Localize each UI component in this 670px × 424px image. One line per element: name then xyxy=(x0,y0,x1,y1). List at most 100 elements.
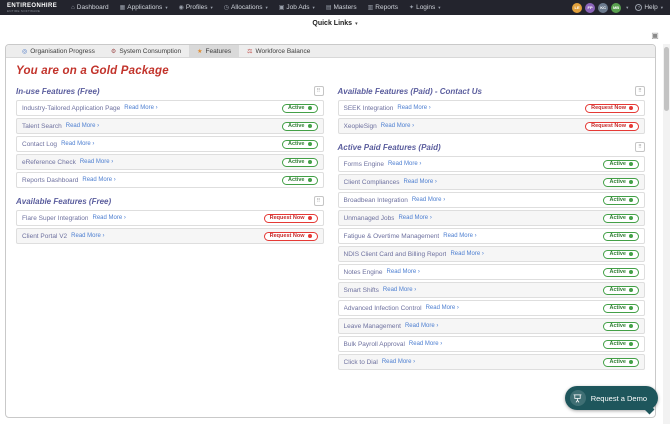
chevron-right-icon: › xyxy=(413,359,415,365)
nav-item-label: Reports xyxy=(375,4,398,11)
nav-item-profiles[interactable]: ◉Profiles▾ xyxy=(179,4,213,11)
status-label: Active xyxy=(609,251,626,257)
main-nav: ⌂Dashboard ▦Applications▾ ◉Profiles▾ ◷Alloc… xyxy=(71,4,440,11)
feature-name: NDIS Client Card and Billing Report xyxy=(344,251,447,258)
gear-icon: ⚙ xyxy=(111,48,116,55)
request-demo-popup[interactable]: Request a Demo xyxy=(565,386,658,410)
nav-item-job-ads[interactable]: ▣Job Ads▾ xyxy=(279,4,315,11)
chevron-right-icon: › xyxy=(440,341,442,347)
status-label: Request Now xyxy=(270,233,305,239)
feature-name: Client Portal V2 xyxy=(22,233,67,240)
drag-handle-icon[interactable]: ⠿ xyxy=(314,86,324,96)
nav-item-label: Applications xyxy=(127,4,162,11)
read-more-link[interactable]: Read More › xyxy=(383,287,416,293)
panel-settings-icon[interactable]: ▣ xyxy=(650,31,660,41)
read-more-link[interactable]: Read More › xyxy=(397,105,430,111)
feature-row: Client Portal V2 Read More › Request Now xyxy=(16,228,324,244)
tab-features[interactable]: ★Features xyxy=(189,45,239,57)
avatar-le[interactable]: LE xyxy=(572,3,582,13)
read-more-link[interactable]: Read More › xyxy=(443,233,476,239)
active-status-badge[interactable]: Active xyxy=(603,178,639,187)
nav-item-masters[interactable]: ▤Masters xyxy=(326,4,357,11)
active-status-badge[interactable]: Active xyxy=(603,322,639,331)
drag-handle-icon[interactable]: ⠿ xyxy=(635,86,645,96)
feature-columns: In-use Features (Free)⠿Industry-Tailored… xyxy=(6,84,655,378)
feature-row: Forms EngineRead More ›Active xyxy=(338,156,646,172)
star-icon: ★ xyxy=(197,48,202,55)
read-more-link[interactable]: Read More › xyxy=(387,269,420,275)
request-now-button[interactable]: Request Now xyxy=(585,104,639,113)
tab-organisation-progress[interactable]: ◎Organisation Progress xyxy=(14,45,103,57)
vertical-scrollbar[interactable] xyxy=(663,44,670,424)
nav-item-allocations[interactable]: ◷Allocations▾ xyxy=(224,4,268,11)
active-status-badge[interactable]: Active xyxy=(282,158,318,167)
read-more-link[interactable]: Read More › xyxy=(61,141,94,147)
nav-item-dashboard[interactable]: ⌂Dashboard xyxy=(71,4,108,11)
request-now-button[interactable]: Request Now xyxy=(264,214,318,223)
nav-item-reports[interactable]: ▥Reports xyxy=(368,4,398,11)
avatar-fp[interactable]: FP xyxy=(585,3,595,13)
read-more-link[interactable]: Read More › xyxy=(412,197,445,203)
logo-text: ENTIREONHIRE xyxy=(7,3,57,9)
scrollbar-thumb[interactable] xyxy=(664,47,669,111)
read-more-link[interactable]: Read More › xyxy=(450,251,483,257)
read-more-link[interactable]: Read More › xyxy=(71,233,104,239)
read-more-link[interactable]: Read More › xyxy=(124,105,157,111)
active-status-badge[interactable]: Active xyxy=(603,196,639,205)
status-label: Request Now xyxy=(591,123,626,129)
active-status-badge[interactable]: Active xyxy=(603,250,639,259)
active-status-badge[interactable]: Active xyxy=(282,176,318,185)
read-more-link[interactable]: Read More › xyxy=(82,177,115,183)
active-status-badge[interactable]: Active xyxy=(282,104,318,113)
read-more-link[interactable]: Read More › xyxy=(398,215,431,221)
section-title: Available Features (Free) xyxy=(16,197,111,206)
read-more-link[interactable]: Read More › xyxy=(388,161,421,167)
status-label: Active xyxy=(609,323,626,329)
active-status-badge[interactable]: Active xyxy=(282,122,318,131)
features-dashboard-card: ◎Organisation Progress⚙System Consumptio… xyxy=(5,44,656,418)
nav-item-applications[interactable]: ▦Applications▾ xyxy=(120,4,168,11)
tab-label: System Consumption xyxy=(119,48,181,55)
feature-list: SEEK IntegrationRead More ›Request NowXe… xyxy=(338,100,646,134)
read-more-link[interactable]: Read More › xyxy=(426,305,459,311)
drag-handle-icon[interactable]: ⠿ xyxy=(635,142,645,152)
read-more-link[interactable]: Read More › xyxy=(404,179,437,185)
active-status-badge[interactable]: Active xyxy=(603,214,639,223)
avatar-kc[interactable]: KC xyxy=(598,3,608,13)
active-status-badge[interactable]: Active xyxy=(603,358,639,367)
read-more-link[interactable]: Read More › xyxy=(92,215,125,221)
read-more-link[interactable]: Read More › xyxy=(80,159,113,165)
status-label: Active xyxy=(288,177,305,183)
read-more-link[interactable]: Read More › xyxy=(66,123,99,129)
active-status-badge[interactable]: Active xyxy=(603,304,639,313)
help-menu[interactable]: ? Help ▾ xyxy=(635,4,663,11)
active-status-badge[interactable]: Active xyxy=(282,140,318,149)
active-status-badge[interactable]: Active xyxy=(603,286,639,295)
right-column: Available Features (Paid) - Contact Us⠿ S… xyxy=(338,84,646,378)
active-status-badge[interactable]: Active xyxy=(603,268,639,277)
active-status-badge[interactable]: Active xyxy=(603,160,639,169)
feature-name: Bulk Payroll Approval xyxy=(344,341,405,348)
nav-item-label: Dashboard xyxy=(77,4,109,11)
request-now-button[interactable]: Request Now xyxy=(264,232,318,241)
quick-links-toggle[interactable]: Quick Links ▾ xyxy=(0,15,670,32)
active-status-badge[interactable]: Active xyxy=(603,232,639,241)
chevron-down-icon[interactable]: ▾ xyxy=(626,5,628,11)
feature-name: Client Compliances xyxy=(344,179,400,186)
read-more-link[interactable]: Read More › xyxy=(409,341,442,347)
request-now-button[interactable]: Request Now xyxy=(585,122,639,131)
read-more-link[interactable]: Read More › xyxy=(381,123,414,129)
status-label: Active xyxy=(609,233,626,239)
avatar-mb[interactable]: MB xyxy=(611,3,621,13)
read-more-link[interactable]: Read More › xyxy=(405,323,438,329)
app-logo[interactable]: ENTIREONHIRE ENTIRE SOFTWARE xyxy=(7,3,57,13)
section-title: Active Paid Features (Paid) xyxy=(338,143,441,152)
read-more-link[interactable]: Read More › xyxy=(382,359,415,365)
drag-handle-icon[interactable]: ⠿ xyxy=(314,196,324,206)
active-status-badge[interactable]: Active xyxy=(603,340,639,349)
feature-row-left: Smart ShiftsRead More › xyxy=(344,287,417,294)
tab-system-consumption[interactable]: ⚙System Consumption xyxy=(103,45,189,57)
section-header: Available Features (Paid) - Contact Us⠿ xyxy=(338,86,646,96)
nav-item-logins[interactable]: ✦Logins▾ xyxy=(409,4,440,11)
tab-workforce-balance[interactable]: ⚖Workforce Balance xyxy=(239,45,318,57)
